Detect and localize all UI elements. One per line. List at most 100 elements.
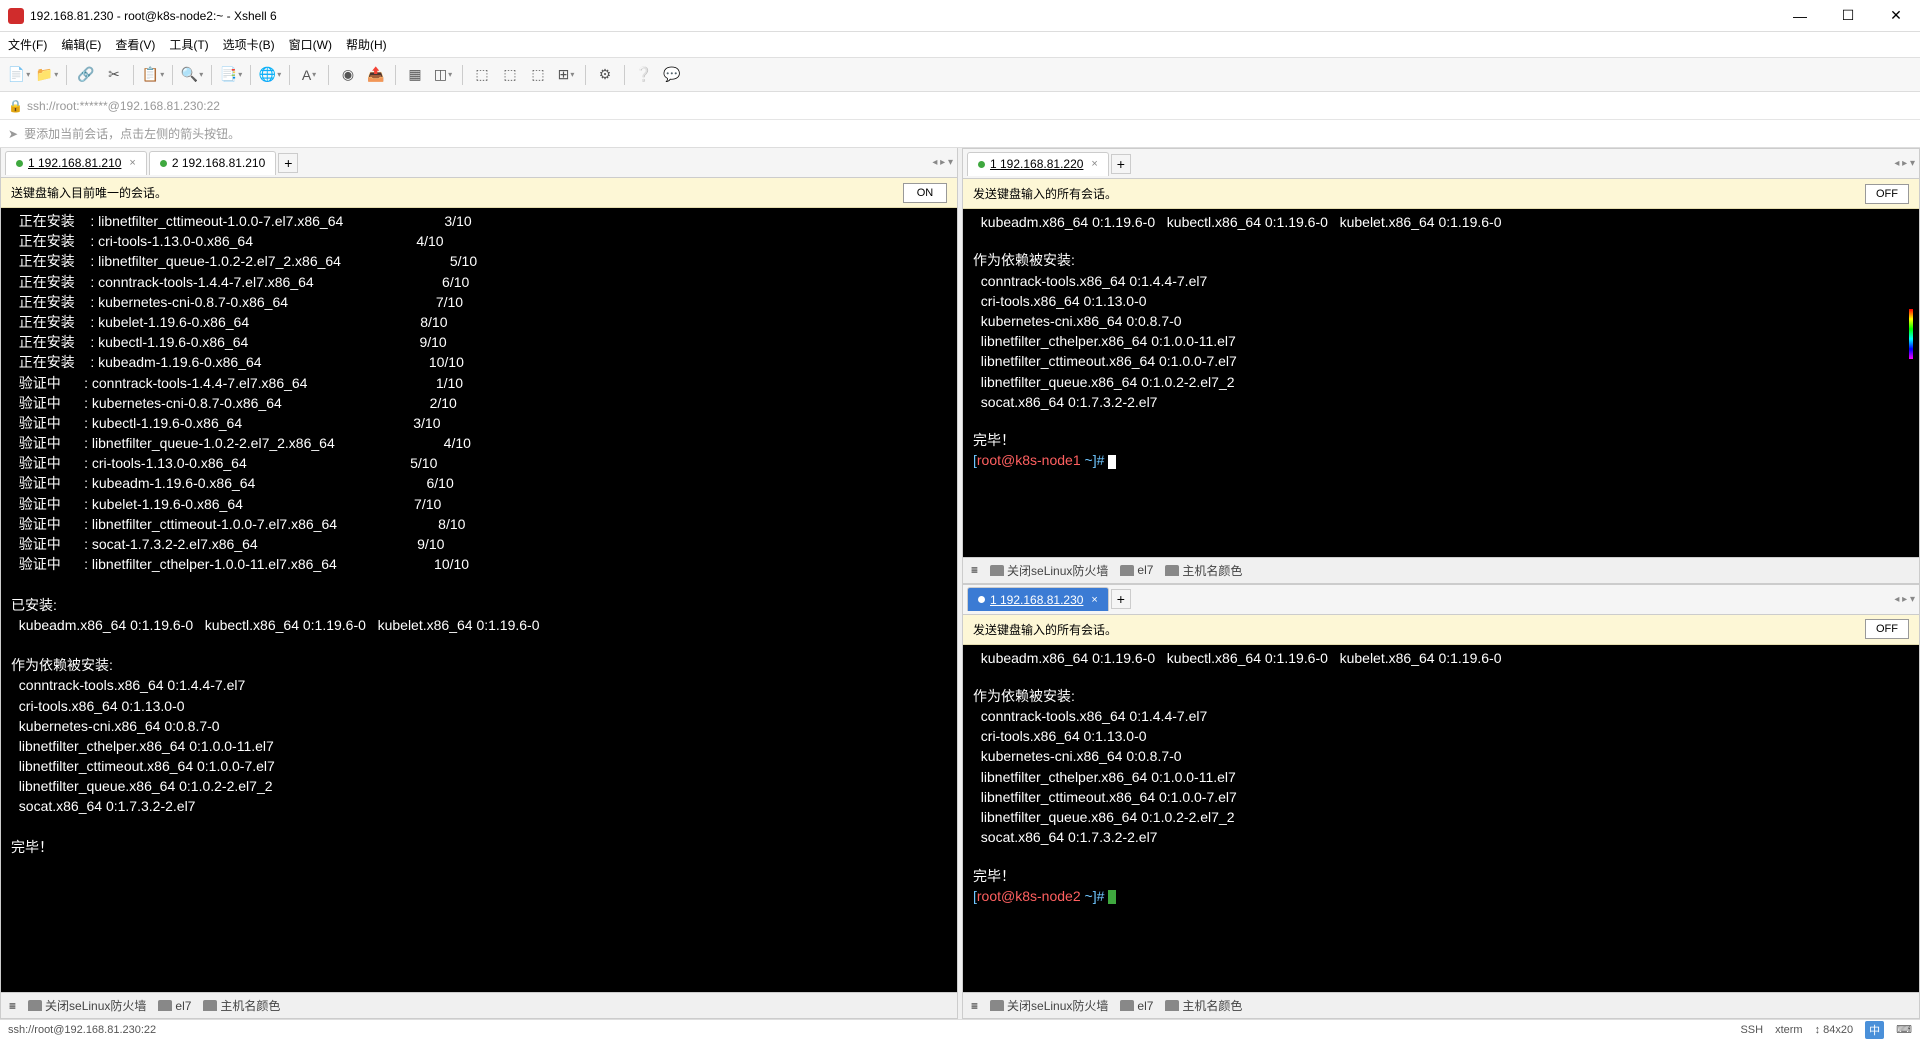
status-ssh: SSH (1740, 1024, 1763, 1036)
grid-icon[interactable]: ▦ (404, 64, 426, 86)
tabs-nav[interactable]: ◂ ▸ ▾ (1894, 594, 1915, 605)
rt-tabs: 1 192.168.81.220 × + ◂ ▸ ▾ (963, 149, 1919, 179)
tabs-nav[interactable]: ◂ ▸ ▾ (932, 157, 953, 168)
ime-badge[interactable]: 中 (1865, 1021, 1884, 1039)
properties-icon[interactable]: 📋 (142, 64, 164, 86)
transfer-icon[interactable]: 📤 (365, 64, 387, 86)
menu-tools[interactable]: 工具(T) (169, 36, 208, 53)
tab-h-icon[interactable]: ⬚ (471, 64, 493, 86)
hint-text: 要添加当前会话，点击左侧的箭头按钮。 (24, 125, 240, 142)
menu-icon[interactable]: ≡ (971, 999, 978, 1013)
about-icon[interactable]: 💬 (661, 64, 683, 86)
banner-toggle[interactable]: OFF (1865, 619, 1909, 639)
font-icon[interactable]: A (298, 64, 320, 86)
rb-tabs: 1 192.168.81.230 × + ◂ ▸ ▾ (963, 585, 1919, 615)
tab-label: 1 192.168.81.210 (28, 156, 121, 170)
close-icon[interactable]: × (129, 157, 135, 169)
footer-btn-selinux[interactable]: 关闭seLinux防火墙 (28, 997, 146, 1014)
add-tab-button[interactable]: + (278, 153, 298, 173)
footer-btn-el7[interactable]: el7 (158, 999, 191, 1013)
hint-bar: ➤ 要添加当前会话，点击左侧的箭头按钮。 (0, 120, 1920, 148)
keyboard-banner: 送键盘输入目前唯一的会话。 ON (1, 178, 957, 208)
window-title: 192.168.81.230 - root@k8s-node2:~ - Xshe… (30, 9, 1784, 23)
layout-icon[interactable]: ◫ (432, 64, 454, 86)
menu-icon[interactable]: ≡ (971, 563, 978, 577)
terminal-left[interactable]: 正在安装 : libnetfilter_cttimeout-1.0.0-7.el… (1, 208, 957, 992)
help-icon[interactable]: ❔ (633, 64, 655, 86)
cascade-icon[interactable]: ⬚ (527, 64, 549, 86)
terminal-rt[interactable]: kubeadm.x86_64 0:1.19.6-0 kubectl.x86_64… (963, 209, 1919, 557)
menu-bar: 文件(F) 编辑(E) 查看(V) 工具(T) 选项卡(B) 窗口(W) 帮助(… (0, 32, 1920, 58)
address-text: ssh://root:******@192.168.81.230:22 (27, 99, 220, 113)
footer-btn-el7[interactable]: el7 (1120, 999, 1153, 1013)
layout-opts-icon[interactable]: ⊞ (555, 64, 577, 86)
address-bar[interactable]: 🔒 ssh://root:******@192.168.81.230:22 (0, 92, 1920, 120)
add-tab-button[interactable]: + (1111, 154, 1131, 174)
maximize-button[interactable]: ☐ (1832, 4, 1864, 28)
minimize-button[interactable]: — (1784, 4, 1816, 28)
window-titlebar: 192.168.81.230 - root@k8s-node2:~ - Xshe… (0, 0, 1920, 32)
close-icon[interactable]: × (1091, 594, 1097, 606)
right-pane: 1 192.168.81.220 × + ◂ ▸ ▾ 发送键盘输入的所有会话。 … (962, 148, 1920, 1019)
menu-file[interactable]: 文件(F) (8, 36, 47, 53)
footer-btn-hostcolor[interactable]: 主机名颜色 (1165, 997, 1242, 1014)
tab-session-220[interactable]: 1 192.168.81.220 × (967, 152, 1109, 176)
left-tabs: 1 192.168.81.210 × 2 192.168.81.210 + ◂ … (1, 148, 957, 178)
menu-edit[interactable]: 编辑(E) (61, 36, 101, 53)
footer-btn-selinux[interactable]: 关闭seLinux防火墙 (990, 997, 1108, 1014)
disconnect-icon[interactable]: ✂ (103, 64, 125, 86)
right-bottom-pane: 1 192.168.81.230 × + ◂ ▸ ▾ 发送键盘输入的所有会话。 … (962, 584, 1920, 1020)
menu-icon[interactable]: ≡ (9, 999, 16, 1013)
banner-text: 发送键盘输入的所有会话。 (973, 185, 1117, 202)
banner-toggle[interactable]: OFF (1865, 184, 1909, 204)
keyboard-banner: 发送键盘输入的所有会话。 OFF (963, 179, 1919, 209)
menu-view[interactable]: 查看(V) (115, 36, 155, 53)
tab-session-210-1[interactable]: 1 192.168.81.210 × (5, 151, 147, 175)
tab-label: 2 192.168.81.210 (172, 156, 265, 170)
cursor (1108, 890, 1116, 904)
status-dot-icon (978, 161, 985, 168)
close-icon[interactable]: × (1091, 158, 1097, 170)
new-session-icon[interactable]: 📄 (8, 64, 30, 86)
tab-v-icon[interactable]: ⬚ (499, 64, 521, 86)
status-term: xterm (1775, 1024, 1803, 1036)
ime-icon[interactable]: ⌨ (1896, 1023, 1912, 1036)
app-icon (8, 8, 24, 24)
background-icon[interactable]: ◉ (337, 64, 359, 86)
keyboard-banner: 发送键盘输入的所有会话。 OFF (963, 615, 1919, 645)
menu-help[interactable]: 帮助(H) (346, 36, 387, 53)
find-icon[interactable]: 🔍 (181, 64, 203, 86)
banner-toggle[interactable]: ON (903, 183, 947, 203)
footer-btn-selinux[interactable]: 关闭seLinux防火墙 (990, 562, 1108, 579)
tab-session-210-2[interactable]: 2 192.168.81.210 (149, 151, 276, 175)
main-toolbar: 📄 📁 🔗 ✂ 📋 🔍 📑 🌐 A ◉ 📤 ▦ ◫ ⬚ ⬚ ⬚ ⊞ ⚙ ❔ 💬 (0, 58, 1920, 92)
left-footer: ≡ 关闭seLinux防火墙 el7 主机名颜色 (1, 992, 957, 1018)
tab-label: 1 192.168.81.220 (990, 157, 1083, 171)
status-dot-icon (16, 160, 23, 167)
status-size: ↕ 84x20 (1815, 1024, 1854, 1036)
footer-btn-el7[interactable]: el7 (1120, 563, 1153, 577)
panes-container: 1 192.168.81.210 × 2 192.168.81.210 + ◂ … (0, 148, 1920, 1019)
rt-footer: ≡ 关闭seLinux防火墙 el7 主机名颜色 (963, 557, 1919, 583)
add-tab-button[interactable]: + (1111, 589, 1131, 609)
settings-icon[interactable]: ⚙ (594, 64, 616, 86)
tab-session-230[interactable]: 1 192.168.81.230 × (967, 587, 1109, 611)
arrow-icon[interactable]: ➤ (8, 127, 18, 141)
tab-label: 1 192.168.81.230 (990, 593, 1083, 607)
close-button[interactable]: ✕ (1880, 4, 1912, 28)
terminal-rb[interactable]: kubeadm.x86_64 0:1.19.6-0 kubectl.x86_64… (963, 645, 1919, 993)
open-icon[interactable]: 📁 (36, 64, 58, 86)
tabs-nav[interactable]: ◂ ▸ ▾ (1894, 158, 1915, 169)
copy-icon[interactable]: 📑 (220, 64, 242, 86)
status-dot-icon (978, 596, 985, 603)
cursor (1108, 455, 1116, 469)
reconnect-icon[interactable]: 🔗 (75, 64, 97, 86)
left-pane: 1 192.168.81.210 × 2 192.168.81.210 + ◂ … (0, 148, 958, 1019)
status-bar: ssh://root@192.168.81.230:22 SSH xterm ↕… (0, 1019, 1920, 1039)
footer-btn-hostcolor[interactable]: 主机名颜色 (203, 997, 280, 1014)
status-dot-icon (160, 160, 167, 167)
menu-tab[interactable]: 选项卡(B) (223, 36, 275, 53)
globe-icon[interactable]: 🌐 (259, 64, 281, 86)
menu-window[interactable]: 窗口(W) (289, 36, 332, 53)
footer-btn-hostcolor[interactable]: 主机名颜色 (1165, 562, 1242, 579)
